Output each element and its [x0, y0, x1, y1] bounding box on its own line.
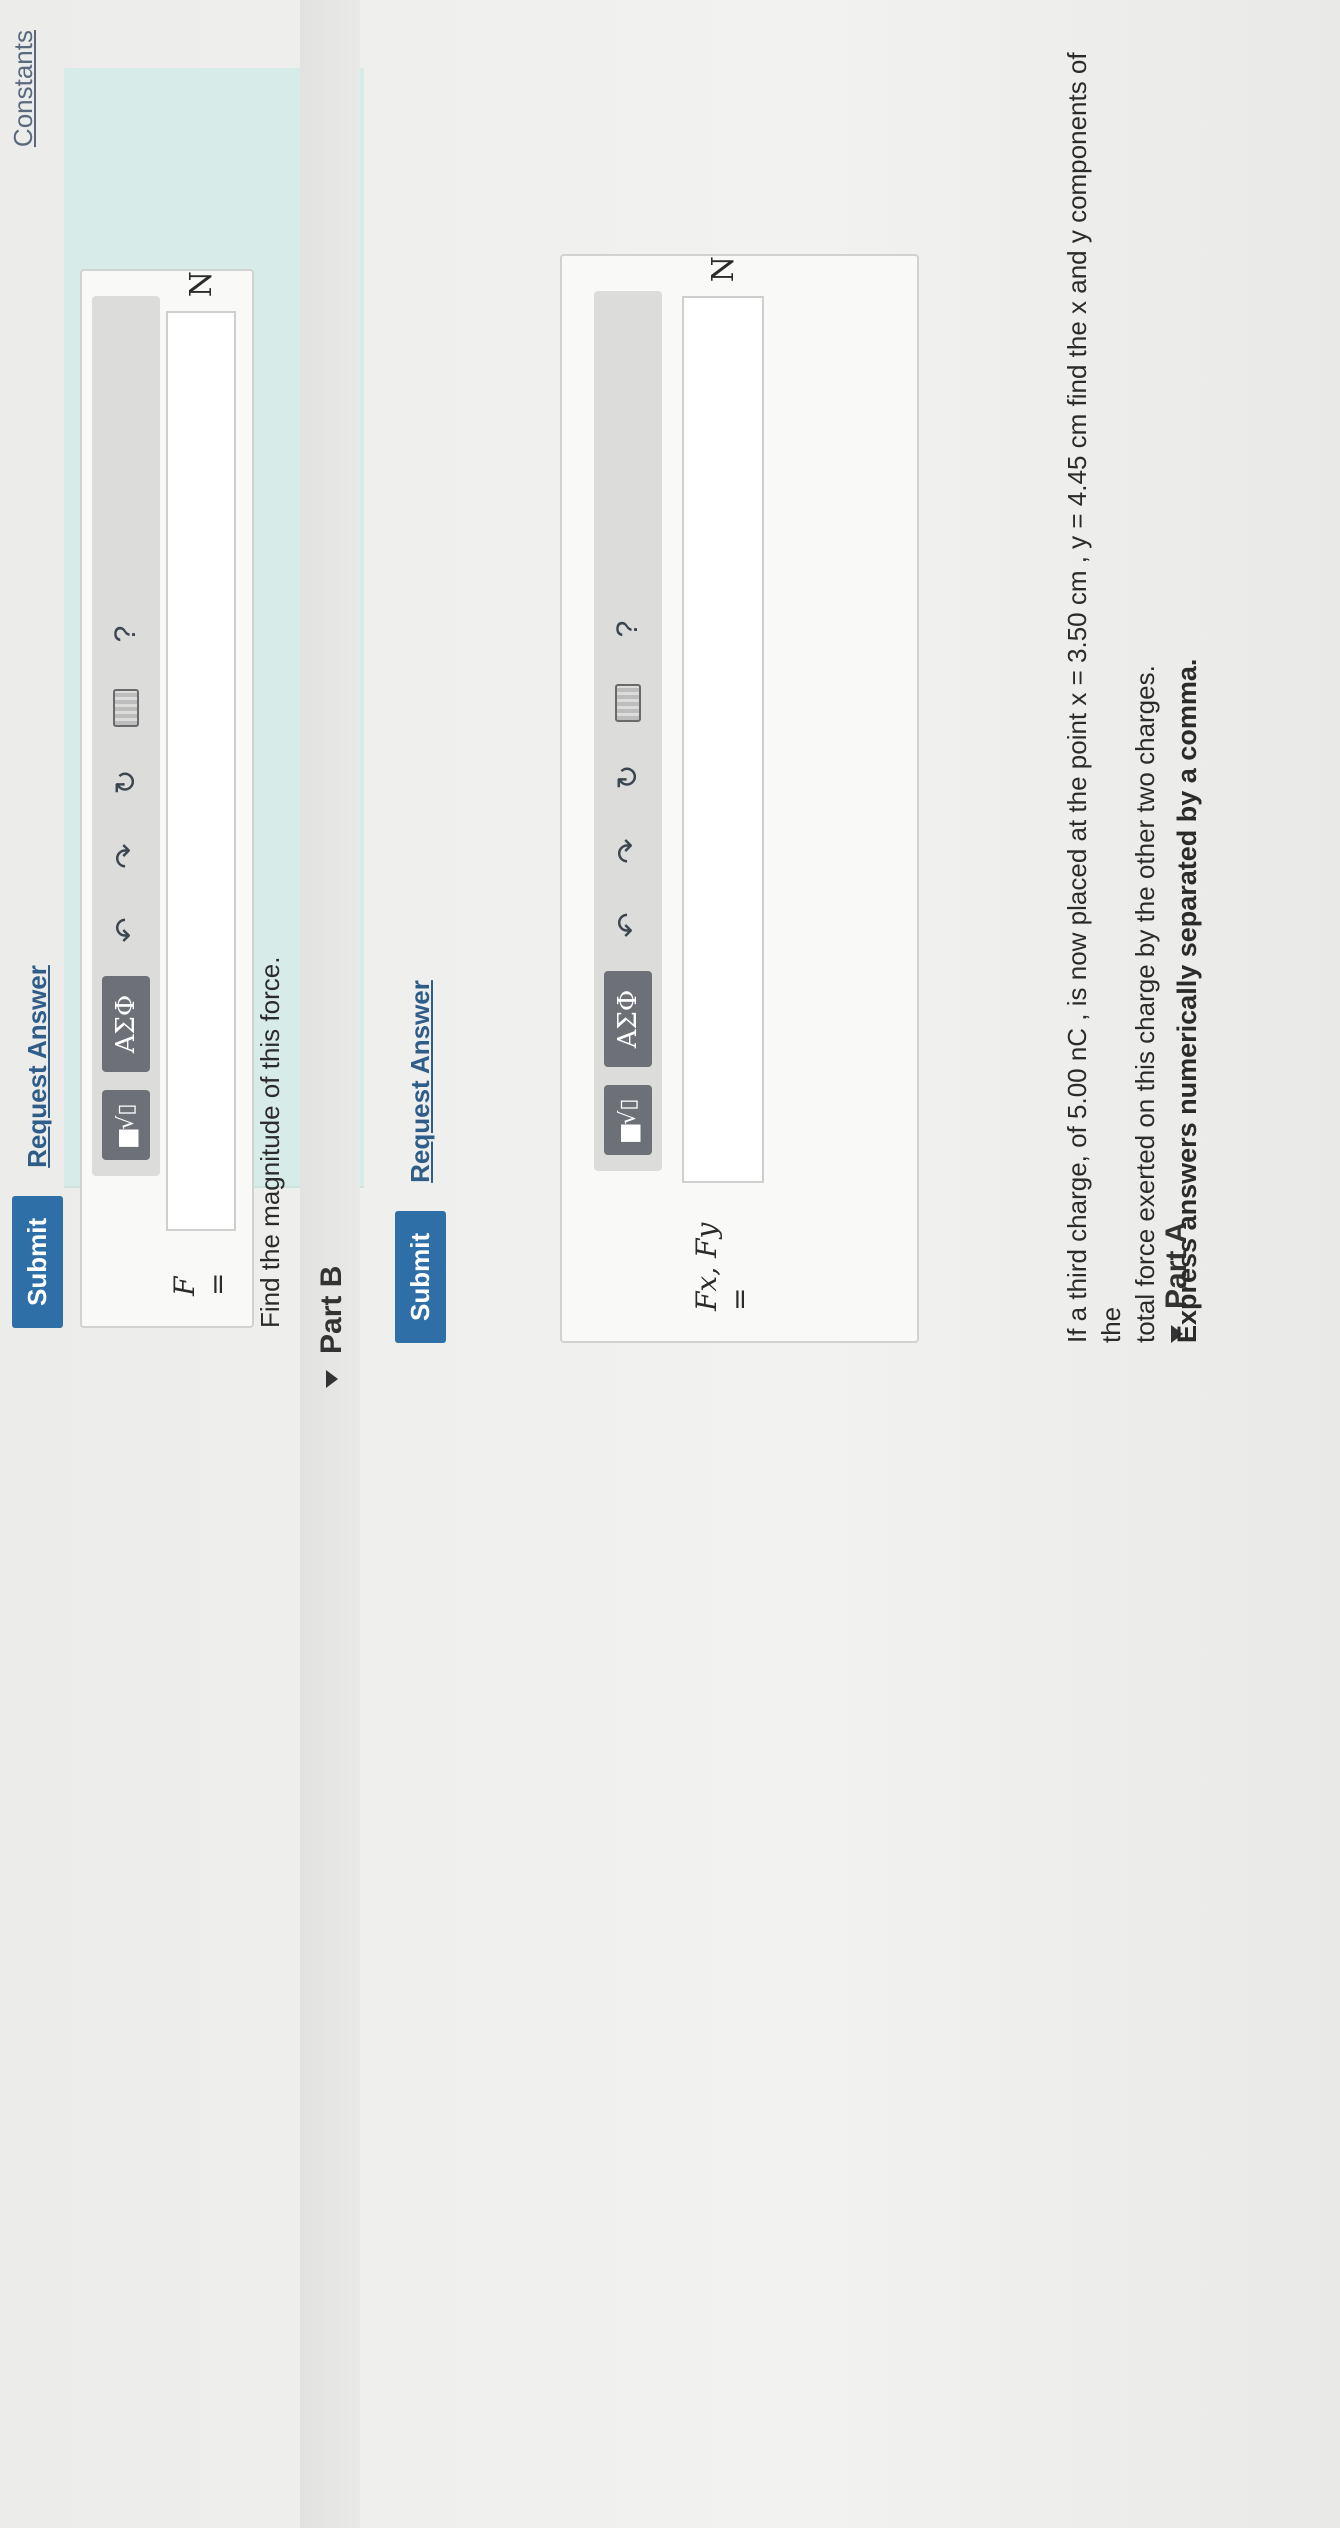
part-b-band: [300, 0, 360, 2528]
part-b-answer-input[interactable]: [166, 311, 236, 1231]
reset-icon[interactable]: ↻: [604, 749, 652, 805]
keyboard-icon[interactable]: [604, 675, 652, 731]
redo-icon[interactable]: ↷: [102, 828, 150, 884]
greek-symbols-button[interactable]: ΑΣΦ: [604, 971, 652, 1067]
templates-button[interactable]: ▆√▯: [102, 1090, 150, 1160]
part-a-answer-label: Fx, Fy =: [690, 1222, 756, 1311]
redo-icon[interactable]: ↷: [604, 823, 652, 879]
part-b-answer-row: F = N: [166, 271, 236, 1296]
page-canvas: Constants A charge of -2.75 nC is placed…: [0, 0, 1340, 2528]
part-a-answer-input[interactable]: [682, 296, 764, 1184]
constants-link[interactable]: Constants: [8, 30, 39, 147]
undo-icon[interactable]: ↶: [102, 902, 150, 958]
part-b-prompt: Find the magnitude of this force.: [255, 956, 285, 1328]
help-icon[interactable]: ?: [604, 601, 652, 657]
part-a-instruction: Express answers numerically separated by…: [1172, 658, 1202, 1343]
part-a-answer-box: ▆√▯ ΑΣΦ ↶ ↷ ↻ ? Fx, Fy = N: [560, 254, 919, 1343]
part-b-actions: Submit Request Answer: [12, 965, 63, 1328]
part-a-actions: Submit Request Answer: [395, 980, 446, 1343]
reset-icon[interactable]: ↻: [102, 754, 150, 810]
part-a-request-answer-link[interactable]: Request Answer: [405, 980, 436, 1183]
undo-icon[interactable]: ↶: [604, 897, 652, 953]
part-b-math-toolbar: ▆√▯ ΑΣΦ ↶ ↷ ↻ ?: [92, 296, 160, 1176]
part-a-answer-row: Fx, Fy = N: [682, 256, 764, 1311]
part-b-unit: N: [183, 271, 219, 298]
part-a-prompt: If a third charge, of 5.00 nC , is now p…: [1060, 13, 1204, 1343]
part-a-prompt-line-2: total force exerted on this charge by th…: [1130, 665, 1160, 1343]
greek-symbols-button[interactable]: ΑΣΦ: [102, 976, 150, 1072]
part-b-header[interactable]: Part B: [315, 1266, 349, 1388]
help-icon[interactable]: ?: [102, 606, 150, 662]
part-a-prompt-line-1: If a third charge, of 5.00 nC , is now p…: [1062, 52, 1126, 1343]
templates-button[interactable]: ▆√▯: [604, 1085, 652, 1155]
part-b-request-answer-link[interactable]: Request Answer: [22, 965, 53, 1168]
part-a-unit: N: [705, 256, 741, 283]
part-b-answer-box: ▆√▯ ΑΣΦ ↶ ↷ ↻ ? F = N: [80, 269, 254, 1328]
keyboard-icon[interactable]: [102, 680, 150, 736]
part-b-submit-button[interactable]: Submit: [12, 1195, 63, 1328]
part-a-submit-button[interactable]: Submit: [395, 1210, 446, 1343]
collapse-caret-icon[interactable]: [326, 1370, 338, 1388]
part-a-math-toolbar: ▆√▯ ΑΣΦ ↶ ↷ ↻ ?: [594, 291, 662, 1171]
part-b-title: Part B: [315, 1265, 348, 1354]
part-b-answer-label: F =: [168, 1272, 234, 1296]
